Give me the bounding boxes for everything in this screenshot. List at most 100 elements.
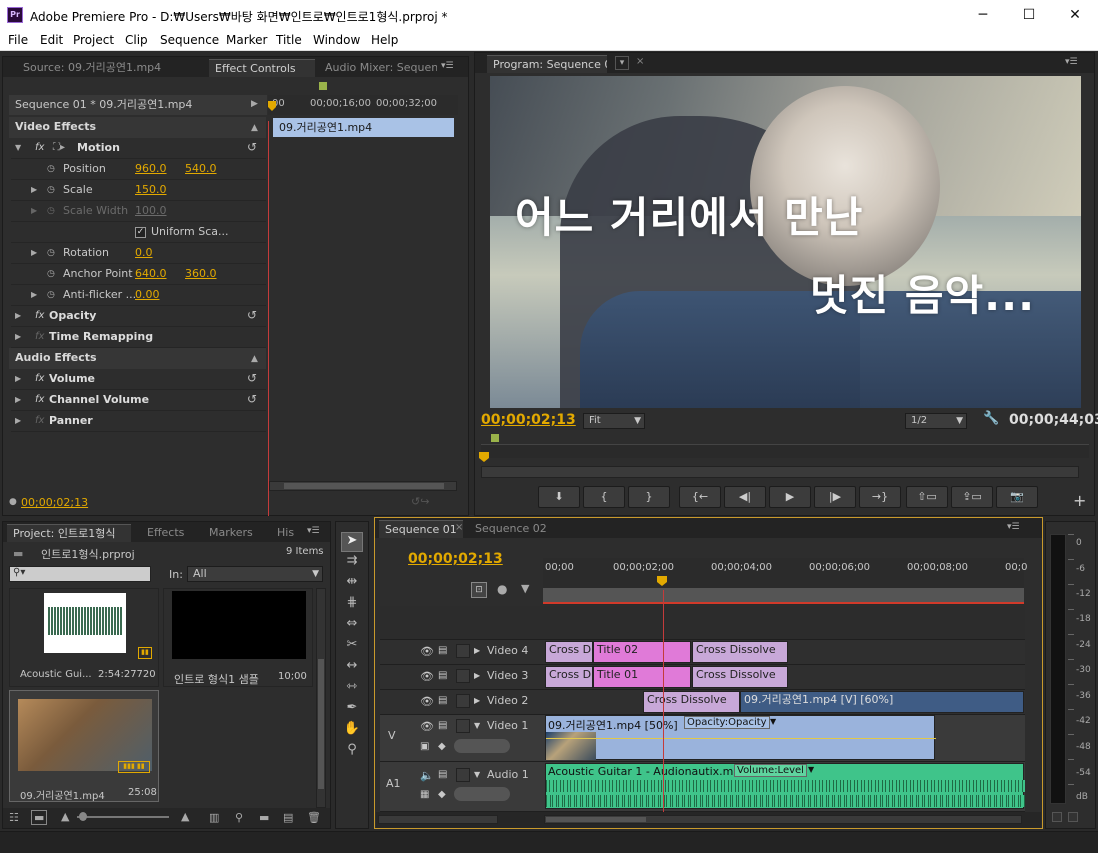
program-current-time[interactable]: 00;00;02;13 (481, 412, 576, 428)
timeline-current-time[interactable]: 00;00;02;13 (408, 551, 503, 567)
reset-icon[interactable]: ↺ (247, 305, 257, 325)
tab-project[interactable]: Project: 인트로1형식 (7, 524, 131, 542)
motion-row[interactable]: ▼ fx ⛶▸ Motion ↺ (11, 138, 266, 159)
new-item-icon[interactable]: ▤ (283, 811, 293, 824)
mark-out-button[interactable]: } (628, 486, 670, 508)
hand-tool-icon[interactable]: ✋ (341, 721, 363, 741)
source-patch-a1[interactable]: A1 (386, 777, 401, 790)
scale-value[interactable]: 150.0 (135, 180, 167, 200)
selection-tool-icon[interactable]: ➤ (341, 532, 363, 552)
keyframe-nav-control[interactable] (454, 739, 510, 753)
rolling-edit-tool-icon[interactable]: ⋕ (341, 595, 363, 615)
channel-volume-row[interactable]: ▶ fx Channel Volume ↺ (11, 390, 266, 411)
expand-arrow-icon[interactable]: ▶ (15, 306, 21, 326)
expand-arrow-icon[interactable]: ▶ (31, 285, 37, 305)
play-button[interactable]: ▶ (769, 486, 811, 508)
sync-lock-icon[interactable] (456, 768, 470, 782)
project-item-video[interactable]: ▮▮▮ ▮▮ 09.거리공연1.mp4 25:08 (9, 690, 159, 802)
track-select-tool-icon[interactable]: ⇉ (341, 553, 363, 573)
transition-clip[interactable]: Cross Dissolve (692, 641, 788, 663)
menu-sequence[interactable]: Sequence (160, 33, 219, 47)
close-tab-icon[interactable]: × (636, 56, 644, 67)
keyframe-icon[interactable]: ◆ (438, 789, 446, 800)
sync-lock-icon[interactable] (456, 694, 470, 708)
delete-icon[interactable]: 🗑 (307, 811, 321, 824)
in-filter-dropdown[interactable]: All ▼ (187, 566, 323, 582)
expand-arrow-icon[interactable]: ▶ (474, 671, 480, 680)
expand-arrow-icon[interactable]: ▶ (15, 327, 21, 347)
fx-icon[interactable]: fx (35, 138, 44, 158)
timeline-ruler[interactable]: 00;00 00;00;02;00 00;00;04;00 00;00;06;0… (543, 558, 1027, 605)
fx-icon[interactable]: fx (35, 306, 44, 326)
expand-arrow-icon[interactable]: ▶ (15, 411, 21, 431)
zoom-tool-icon[interactable]: ⚲ (341, 742, 363, 762)
menu-edit[interactable]: Edit (40, 33, 63, 47)
panel-menu-icon[interactable]: ▾☰ (441, 61, 454, 71)
list-view-icon[interactable]: ☷ (9, 811, 19, 824)
step-forward-button[interactable]: |▶ (814, 486, 856, 508)
sync-lock-icon[interactable] (456, 669, 470, 683)
keyframe-icon[interactable]: ◆ (438, 741, 446, 752)
uniform-scale-checkbox[interactable]: ✓ (135, 227, 146, 238)
expand-arrow-icon[interactable]: ▶ (15, 369, 21, 389)
razor-tool-icon[interactable]: ✂ (341, 637, 363, 657)
anti-flicker-value[interactable]: 0.00 (135, 285, 160, 305)
maximize-button[interactable]: ☐ (1006, 0, 1052, 30)
transition-clip[interactable]: Cross Di (545, 641, 593, 663)
close-tab-icon[interactable]: × (455, 522, 463, 533)
slide-tool-icon[interactable]: ⇿ (341, 679, 363, 699)
solo-button[interactable] (1068, 812, 1078, 822)
ec-current-timecode[interactable]: 00;00;02;13 (21, 496, 88, 509)
eye-icon[interactable]: 👁 (420, 670, 434, 683)
lift-button[interactable]: ⇧▭ (906, 486, 948, 508)
play-only-clip-icon[interactable]: ▶ (251, 99, 258, 109)
scrollbar-thumb[interactable] (546, 817, 646, 822)
transition-clip[interactable]: Cross Di (545, 666, 593, 688)
keyframe-nav-control[interactable] (454, 787, 510, 801)
find-icon[interactable]: ⚲ (235, 811, 243, 824)
go-to-in-button[interactable]: {← (679, 486, 721, 508)
tab-audio-mixer[interactable]: Audio Mixer: Sequenc (319, 59, 437, 77)
panel-menu-icon[interactable]: ▾☰ (307, 526, 320, 536)
icon-view-icon[interactable]: ▬ (31, 810, 48, 825)
tab-program[interactable]: Program: Sequence 01 (487, 55, 607, 73)
stopwatch-icon[interactable]: ◷ (47, 159, 55, 179)
project-item-sequence[interactable]: 인트로 형식1 샘플 10;00 (163, 588, 313, 687)
display-style-icon[interactable]: ▦ (420, 789, 429, 800)
add-marker-icon[interactable]: ● (497, 582, 507, 596)
ripple-edit-tool-icon[interactable]: ⇹ (341, 574, 363, 594)
solo-button[interactable] (1052, 812, 1062, 822)
opacity-keyframe-dropdown[interactable]: Opacity:Opacity (684, 716, 770, 729)
transition-clip[interactable]: Cross Dissolve (692, 666, 788, 688)
export-frame-button[interactable]: 📷 (996, 486, 1038, 508)
fit-dropdown[interactable]: Fit ▼ (583, 413, 645, 429)
extract-button[interactable]: ⇪▭ (951, 486, 993, 508)
go-to-out-button[interactable]: →} (859, 486, 901, 508)
source-patch-v[interactable]: V (388, 729, 396, 742)
opacity-row[interactable]: ▶ fx Opacity ↺ (11, 306, 266, 327)
panel-menu-icon[interactable]: ▾☰ (1007, 522, 1020, 532)
menu-help[interactable]: Help (371, 33, 398, 47)
loop-icon[interactable]: ↺↪ (411, 495, 429, 508)
position-x-value[interactable]: 960.0 (135, 159, 167, 179)
menu-marker[interactable]: Marker (226, 33, 267, 47)
tab-sequence-01[interactable]: Sequence 01 (379, 520, 463, 538)
fx-icon[interactable]: fx (35, 369, 44, 389)
sync-lock-icon[interactable] (456, 644, 470, 658)
collapse-arrow-icon[interactable]: ▼ (474, 770, 480, 779)
zoom-slider-thumb[interactable] (79, 812, 87, 821)
stopwatch-icon[interactable]: ◷ (47, 180, 55, 200)
marker-icon[interactable]: ▼ (521, 582, 529, 595)
close-button[interactable]: ✕ (1052, 0, 1098, 30)
dropdown-arrow-icon[interactable]: ▼ (808, 765, 814, 774)
resolution-dropdown[interactable]: 1/2 ▼ (905, 413, 967, 429)
track-height-scrollbar[interactable] (378, 815, 498, 824)
scrollbar-thumb[interactable] (318, 659, 324, 789)
program-playhead-icon[interactable] (479, 452, 489, 462)
eye-icon[interactable]: 👁 (420, 645, 434, 658)
menu-clip[interactable]: Clip (125, 33, 148, 47)
collapse-icon[interactable]: ▲ (251, 123, 258, 133)
panner-row[interactable]: ▶ fx Panner (11, 411, 266, 432)
reset-icon[interactable]: ↺ (247, 389, 257, 409)
scrollbar-thumb[interactable] (284, 483, 444, 489)
